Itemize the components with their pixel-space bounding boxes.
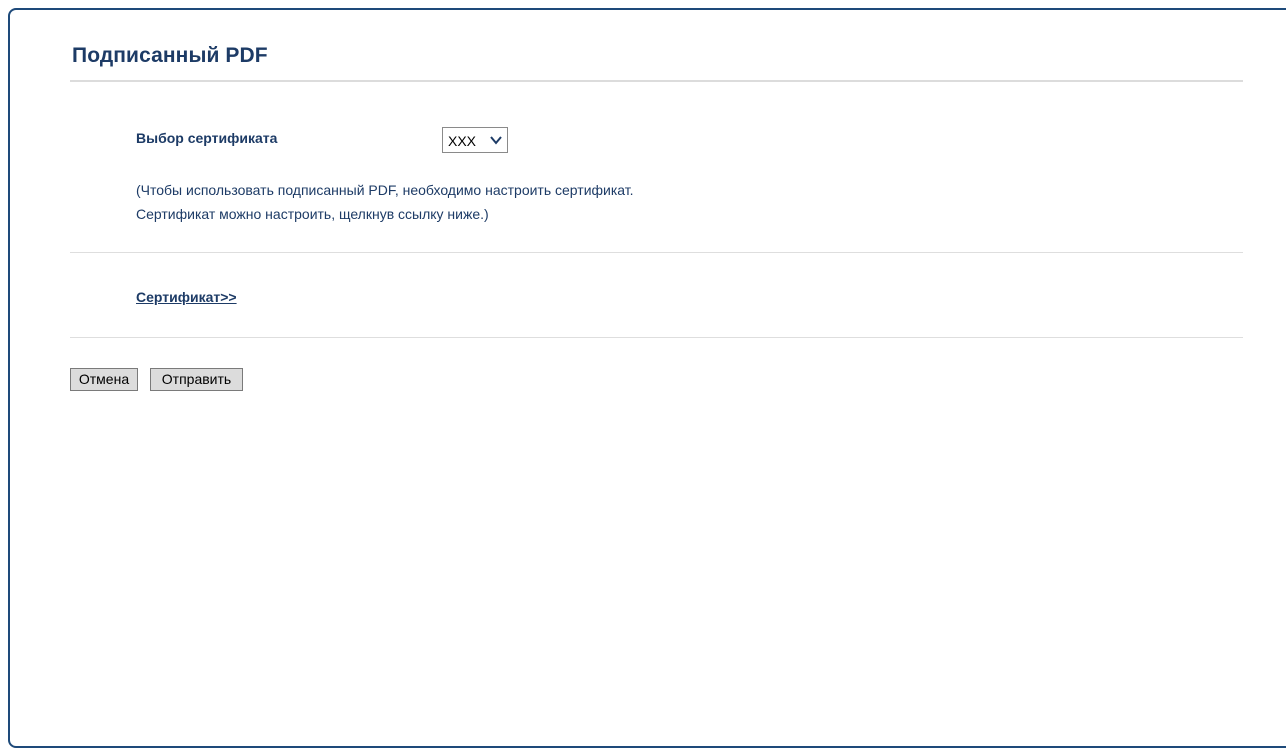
certificate-select[interactable]: XXX <box>442 127 508 153</box>
chevron-down-icon <box>490 136 502 145</box>
section-divider-bottom <box>70 337 1243 338</box>
certificate-note: (Чтобы использовать подписанный PDF, нео… <box>136 178 634 226</box>
note-line-1: (Чтобы использовать подписанный PDF, нео… <box>136 182 634 198</box>
submit-button[interactable]: Отправить <box>150 368 243 391</box>
certificate-select-label: Выбор сертификата <box>136 130 278 146</box>
certificate-select-value: XXX <box>448 133 477 149</box>
certificate-link[interactable]: Сертификат>> <box>136 289 237 305</box>
title-divider <box>70 80 1243 82</box>
section-divider <box>70 252 1243 253</box>
page-title: Подписанный PDF <box>72 44 268 67</box>
cancel-button[interactable]: Отмена <box>70 368 138 391</box>
note-line-2: Сертификат можно настроить, щелкнув ссыл… <box>136 206 489 222</box>
